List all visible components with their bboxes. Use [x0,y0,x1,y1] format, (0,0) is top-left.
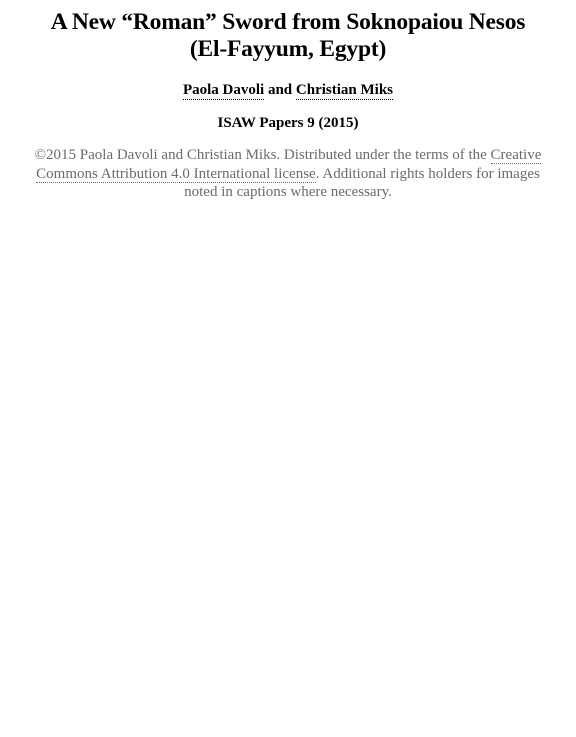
article-title-line-2: (El-Fayyum, Egypt) [189,36,387,62]
license-statement: ©2015 Paola Davoli and Christian Miks. D… [28,146,548,202]
author-link-christian-miks[interactable]: Christian Miks [295,82,394,100]
article-title-line-1: A New “Roman” Sword from Soknopaiou Neso… [50,9,526,35]
author-conjunction: and [264,82,296,98]
author-link-paola-davoli[interactable]: Paola Davoli [182,82,265,100]
article-title: A New “Roman” Sword from Soknopaiou Neso… [8,9,568,63]
author-byline: Paola Davoli and Christian Miks [0,81,576,100]
license-prefix: ©2015 Paola Davoli and Christian Miks. D… [34,147,491,163]
series-citation: ISAW Papers 9 (2015) [217,115,359,131]
article-header: A New “Roman” Sword from Soknopaiou Neso… [0,0,576,202]
